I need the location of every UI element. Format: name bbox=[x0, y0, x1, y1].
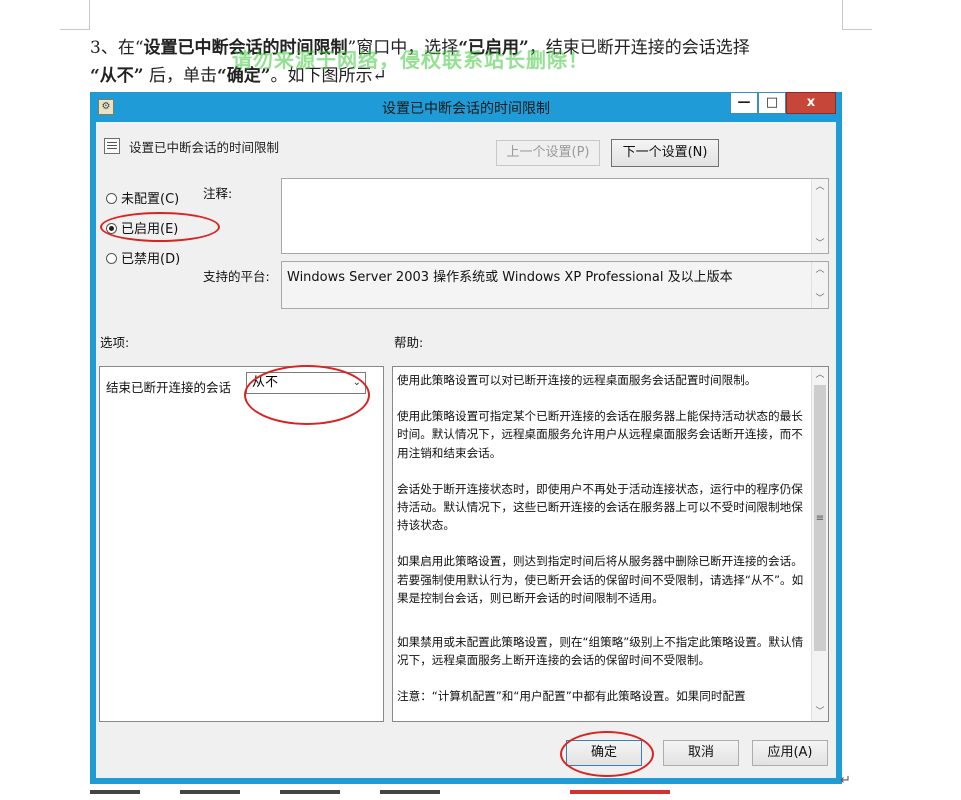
scroll-grip-icon: ≡ bbox=[815, 513, 825, 524]
comment-textarea[interactable]: ︿ ﹀ bbox=[281, 178, 829, 254]
doc-page-border-left bbox=[89, 0, 90, 30]
help-panel[interactable]: 使用此策略设置可以对已断开连接的远程桌面服务会话配置时间限制。 使用此策略设置可… bbox=[392, 366, 829, 722]
close-button[interactable]: x bbox=[786, 92, 836, 114]
text-fragment bbox=[90, 790, 140, 794]
help-paragraph: 使用此策略设置可以对已断开连接的远程桌面服务会话配置时间限制。 bbox=[397, 373, 757, 387]
options-label: 选项: bbox=[100, 335, 130, 350]
title-bar[interactable]: ⚙ 设置已中断会话的时间限制 — □ x bbox=[90, 92, 842, 122]
scroll-down-icon[interactable]: ﹀ bbox=[812, 704, 828, 721]
comment-label: 注释: bbox=[203, 186, 233, 201]
never-option-text: “从不” bbox=[90, 66, 144, 86]
paragraph-mark: ↵ bbox=[840, 773, 851, 788]
scroll-up-icon[interactable]: ︿ bbox=[812, 367, 828, 384]
annotation-circle-ok bbox=[560, 731, 654, 777]
policy-dialog-window: ⚙ 设置已中断会话的时间限制 — □ x 设置已中断会话的时间限制 上一个设置(… bbox=[90, 92, 842, 784]
scroll-up-icon[interactable]: ︿ bbox=[812, 179, 828, 196]
quote-open: “ bbox=[134, 38, 144, 58]
minimize-button[interactable]: — bbox=[730, 92, 758, 114]
text-fragment bbox=[180, 790, 240, 794]
apply-button[interactable]: 应用(A) bbox=[752, 740, 828, 766]
radio-circle-icon bbox=[106, 253, 117, 264]
help-text: 使用此策略设置可以对已断开连接的远程桌面服务会话配置时间限制。 使用此策略设置可… bbox=[397, 371, 807, 724]
policy-setting-icon bbox=[104, 138, 120, 154]
instruction-text: 后，单击 bbox=[143, 66, 217, 86]
text-fragment bbox=[380, 790, 440, 794]
radio-disabled[interactable]: 已禁用(D) bbox=[106, 248, 180, 267]
comment-scrollbar[interactable]: ︿ ﹀ bbox=[811, 179, 828, 253]
end-disconnected-session-label: 结束已断开连接的会话 bbox=[106, 380, 232, 395]
help-scrollbar[interactable]: ︿ ≡ ﹀ bbox=[811, 367, 828, 721]
doc-corner-mark-left bbox=[60, 29, 90, 30]
previous-setting-button[interactable]: 上一个设置(P) bbox=[496, 140, 600, 166]
radio-circle-icon bbox=[106, 193, 117, 204]
setting-header-title: 设置已中断会话的时间限制 bbox=[129, 140, 280, 155]
maximize-button[interactable]: □ bbox=[758, 92, 786, 114]
instruction-text: 3、在 bbox=[90, 38, 135, 58]
platform-value: Windows Server 2003 操作系统或 Windows XP Pro… bbox=[287, 270, 733, 285]
annotation-circle-dropdown bbox=[244, 365, 370, 425]
next-setting-button[interactable]: 下一个设置(N) bbox=[611, 139, 719, 167]
scroll-down-icon[interactable]: ﹀ bbox=[812, 291, 828, 308]
help-paragraph: 使用此策略设置可指定某个已断开连接的会话在服务器上能保持活动状态的最长时间。默认… bbox=[397, 409, 803, 460]
platform-label: 支持的平台: bbox=[203, 269, 270, 284]
scroll-up-icon[interactable]: ︿ bbox=[812, 262, 828, 279]
radio-not-configured[interactable]: 未配置(C) bbox=[106, 188, 179, 207]
platform-scrollbar[interactable]: ︿ ﹀ bbox=[811, 262, 828, 308]
watermark-text: 请勿来源于网络，侵权联系站长删除！ bbox=[232, 48, 589, 72]
help-paragraph: 注意：“计算机配置”和“用户配置”中都有此策略设置。如果同时配置 bbox=[397, 689, 746, 704]
help-label: 帮助: bbox=[394, 335, 424, 350]
next-line-partial-text bbox=[90, 784, 850, 800]
radio-label: 已禁用(D) bbox=[121, 252, 181, 267]
platform-textbox[interactable]: Windows Server 2003 操作系统或 Windows XP Pro… bbox=[281, 261, 829, 309]
text-fragment bbox=[280, 790, 340, 794]
radio-label: 未配置(C) bbox=[121, 192, 180, 207]
help-paragraph: 会话处于断开连接状态时，即使用户不再处于活动连接状态，运行中的程序仍保持活动。默… bbox=[397, 481, 803, 533]
text-fragment bbox=[570, 790, 670, 794]
scroll-down-icon[interactable]: ﹀ bbox=[812, 236, 828, 253]
doc-corner-mark-right bbox=[842, 29, 872, 30]
doc-page-border-right bbox=[842, 0, 843, 30]
help-paragraph: 如果启用此策略设置，则达到指定时间后将从服务器中删除已断开连接的会话。若要强制使… bbox=[397, 554, 804, 605]
annotation-circle-enabled bbox=[100, 212, 220, 242]
cancel-button[interactable]: 取消 bbox=[663, 740, 739, 766]
help-paragraph: 如果禁用或未配置此策略设置，则在“组策略”级别上不指定此策略设置。默认情况下，远… bbox=[397, 635, 804, 668]
